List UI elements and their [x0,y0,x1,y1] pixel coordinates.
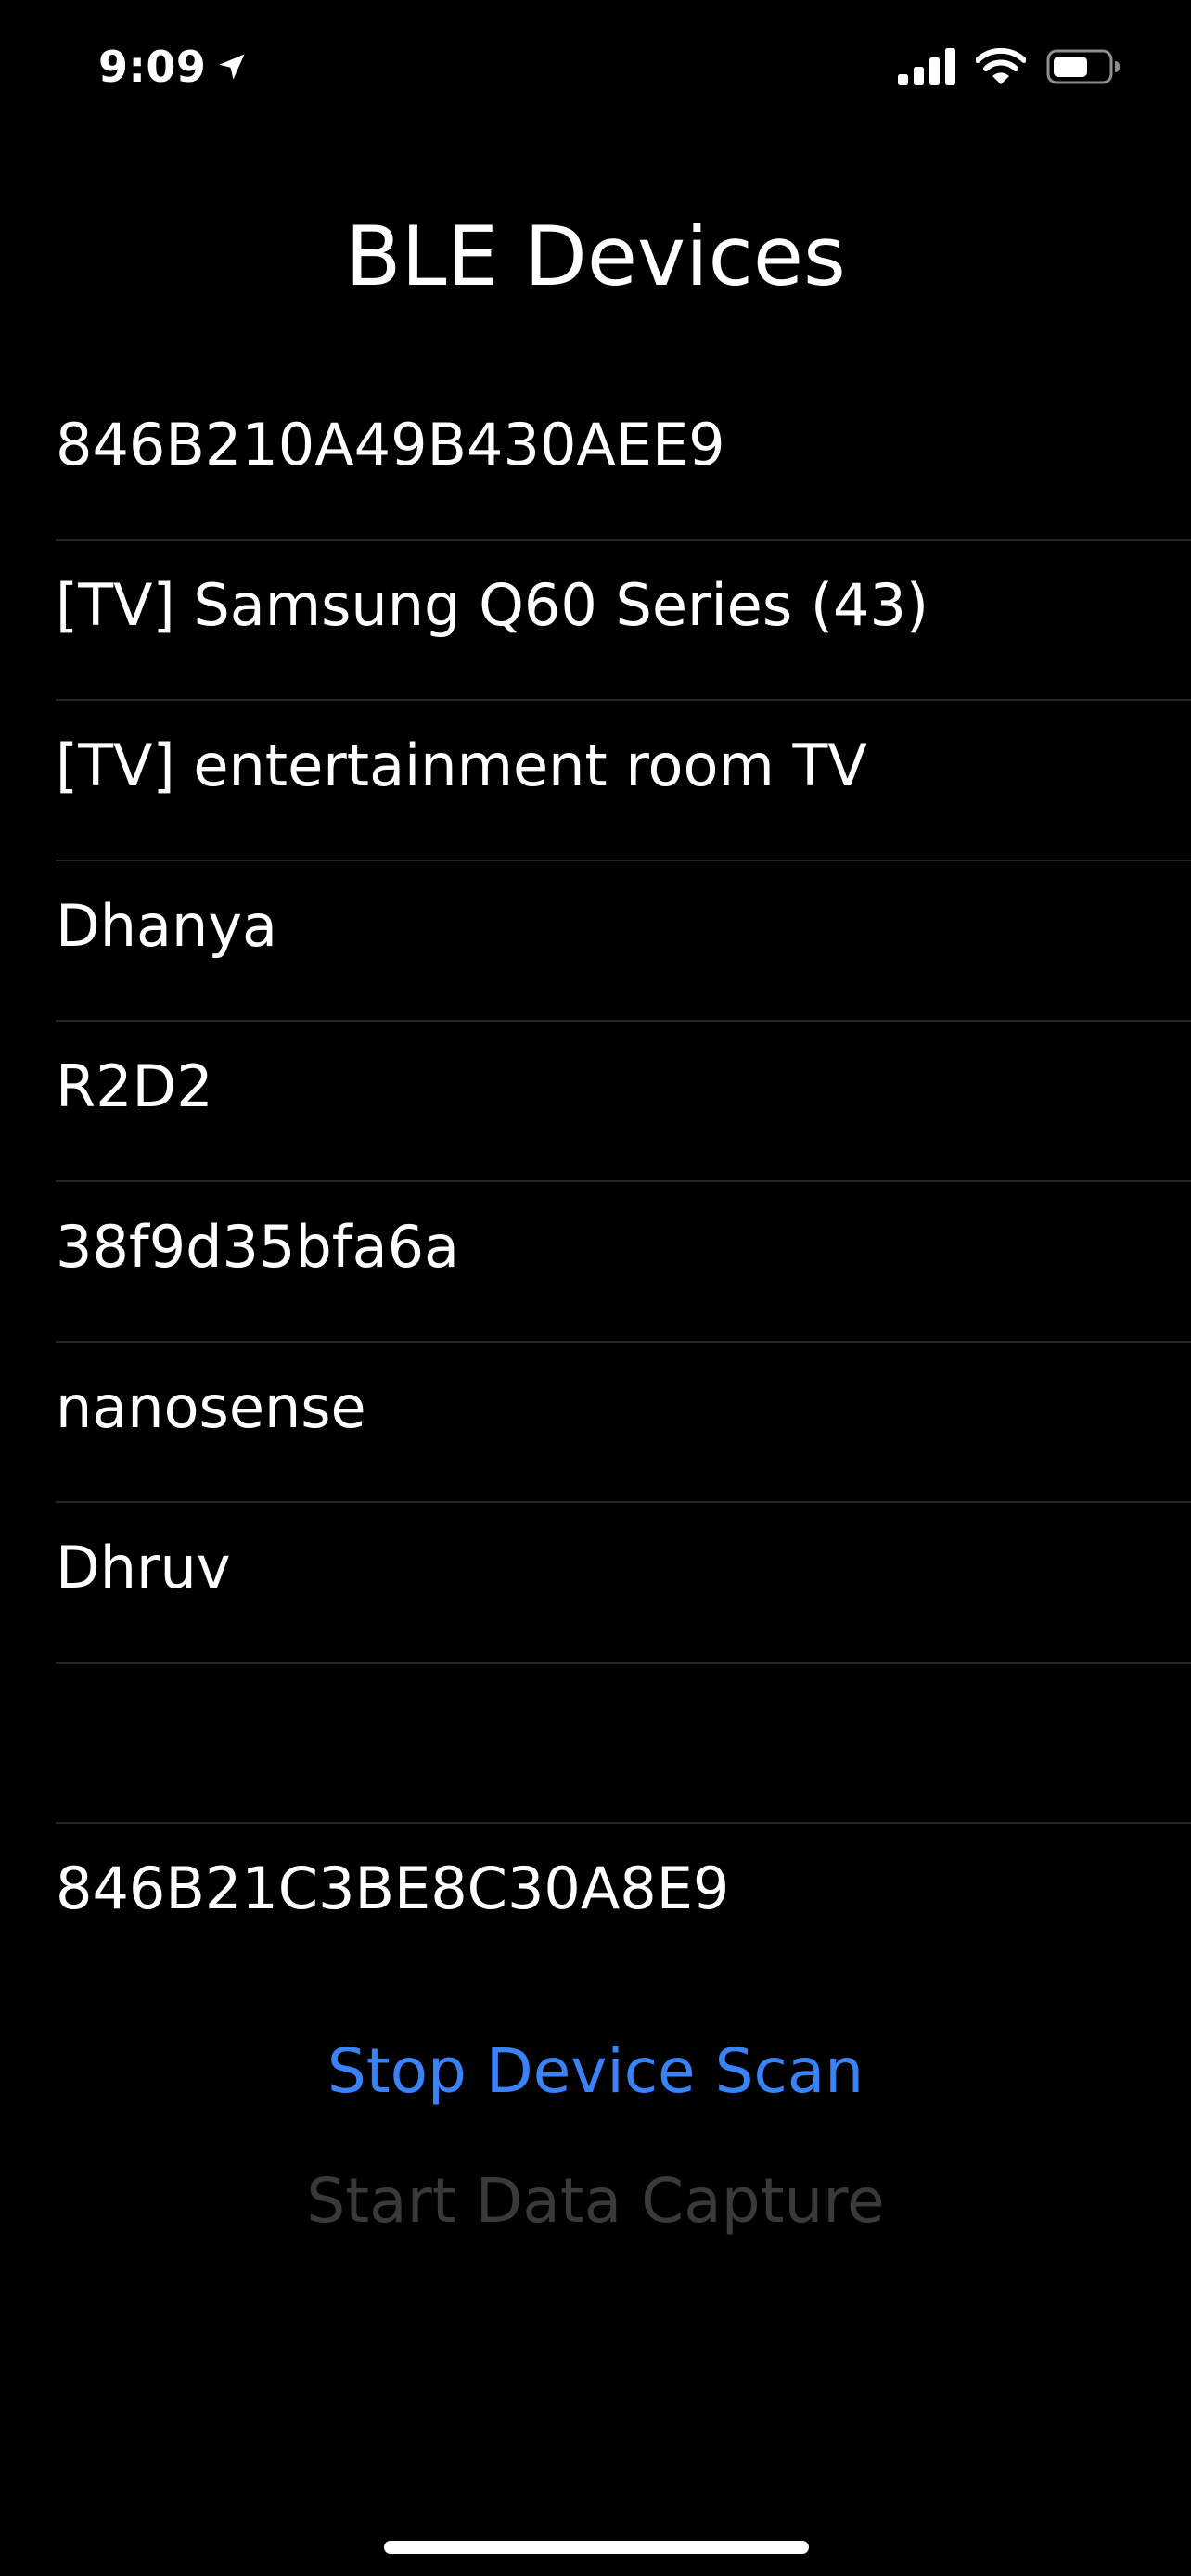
stop-device-scan-button[interactable]: Stop Device Scan [0,2033,1191,2111]
device-name: [TV] Samsung Q60 Series (43) [56,571,929,639]
status-bar: 9:09 [0,0,1191,130]
device-name: [TV] entertainment room TV [56,732,867,799]
device-name: Dhanya [56,892,278,960]
device-row[interactable]: Dhanya [56,861,1191,1022]
device-name: 846B210A49B430AEE9 [56,411,725,478]
device-row[interactable] [56,1664,1191,1824]
device-row[interactable]: nanosense [56,1343,1191,1503]
home-indicator[interactable] [384,2541,809,2554]
page-title: BLE Devices [345,209,846,304]
device-list[interactable]: 846B210A49B430AEE9 [TV] Samsung Q60 Seri… [0,380,1191,1910]
device-row[interactable]: 846B210A49B430AEE9 [56,380,1191,541]
device-row[interactable]: R2D2 [56,1022,1191,1182]
battery-icon [1046,48,1121,85]
device-name: 38f9d35bfa6a [56,1213,460,1281]
cellular-signal-icon [898,48,955,85]
device-name: 846B21C3BE8C30A8E9 [56,1855,730,1910]
status-time-group: 9:09 [98,37,249,96]
start-data-capture-button[interactable]: Start Data Capture [0,2162,1191,2240]
status-time: 9:09 [98,42,207,92]
device-name: R2D2 [56,1052,213,1120]
device-row[interactable]: [TV] Samsung Q60 Series (43) [56,541,1191,701]
device-row[interactable]: Dhruv [56,1503,1191,1664]
wifi-icon [976,48,1026,85]
device-row[interactable]: [TV] entertainment room TV [56,701,1191,861]
device-name: nanosense [56,1373,366,1441]
location-arrow-icon [215,50,249,83]
device-row[interactable]: 846B21C3BE8C30A8E9 [56,1824,1191,1910]
device-name: Dhruv [56,1534,231,1601]
device-row[interactable]: 38f9d35bfa6a [56,1182,1191,1343]
status-indicators [898,43,1121,91]
